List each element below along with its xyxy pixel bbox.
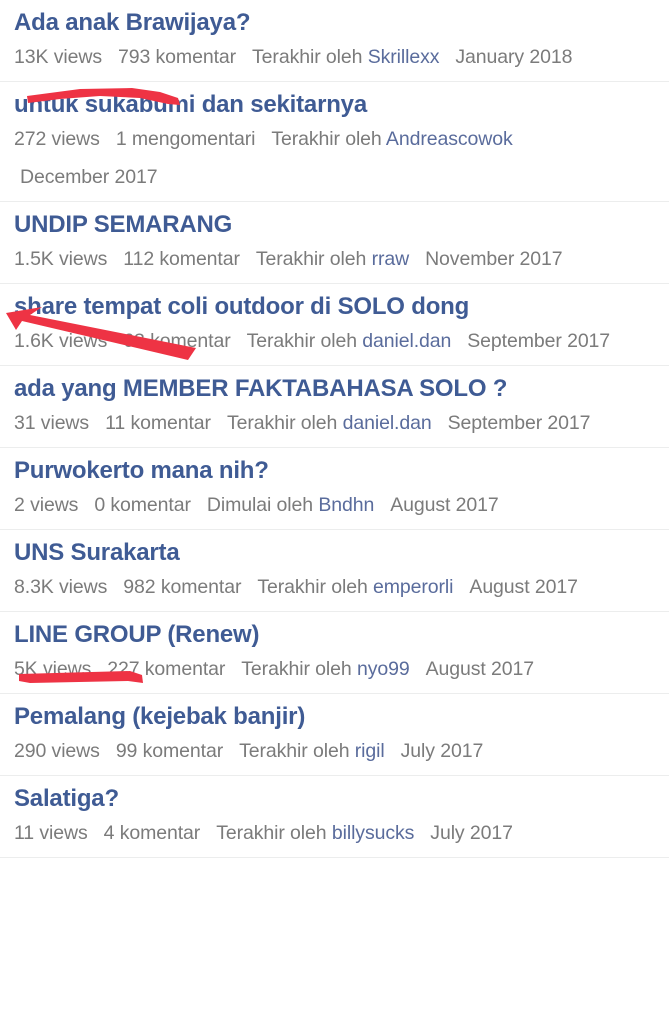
view-count: 8.3K views	[14, 576, 108, 598]
thread-title-link[interactable]: Ada anak Brawijaya?	[14, 0, 655, 42]
view-count: 5K views	[14, 658, 92, 680]
thread-title-link[interactable]: Pemalang (kejebak banjir)	[14, 694, 655, 736]
author-link[interactable]: rraw	[372, 248, 410, 270]
view-count: 31 views	[14, 412, 90, 434]
thread-date: December 2017	[20, 166, 158, 188]
comment-count: 793 komentar	[117, 46, 237, 68]
thread-title-link[interactable]: UNS Surakarta	[14, 530, 655, 572]
thread-date: September 2017	[467, 330, 611, 352]
thread-title-link[interactable]: ada yang MEMBER FAKTABAHASA SOLO ?	[14, 366, 655, 408]
byline: Terakhir oleh rigil	[239, 740, 385, 762]
thread-meta: 11 views 4 komentar Terakhir oleh billysuc…	[14, 818, 655, 857]
author-link[interactable]: rigil	[355, 740, 385, 762]
byline: Terakhir oleh daniel.dan	[247, 330, 452, 352]
author-link[interactable]: Bndhn	[318, 494, 374, 516]
view-count: 2 views	[14, 494, 79, 516]
thread-meta: 8.3K views 982 komentar Terakhir oleh empe…	[14, 572, 655, 611]
thread-meta: 2 views 0 komentar Dimulai oleh Bndhn Augus…	[14, 490, 655, 529]
comment-count: 1 mengomentari	[115, 128, 256, 150]
byline-label: Terakhir oleh	[257, 576, 368, 598]
thread-meta: 1.6K views 63 komentar Terakhir oleh danie…	[14, 326, 655, 365]
comment-count: 227 komentar	[107, 658, 226, 680]
byline: Terakhir oleh nyo99	[241, 658, 409, 680]
view-count: 290 views	[14, 740, 100, 762]
author-link[interactable]: daniel.dan	[362, 330, 451, 352]
byline: Terakhir oleh emperorli	[257, 576, 453, 598]
byline: Terakhir oleh daniel.dan	[227, 412, 432, 434]
comment-count: 112 komentar	[123, 248, 240, 270]
byline-label: Terakhir oleh	[255, 248, 367, 270]
thread-row[interactable]: untuk sukabumi dan sekitarnya 272 views 1 …	[0, 82, 669, 202]
thread-row[interactable]: share tempat coli outdoor di SOLO dong 1.…	[0, 284, 669, 366]
author-link[interactable]: emperorli	[373, 576, 453, 598]
view-count: 11 views	[14, 822, 88, 844]
author-link[interactable]: Andreascowok	[386, 128, 513, 150]
thread-date: November 2017	[425, 248, 563, 270]
view-count: 1.6K views	[14, 330, 108, 352]
view-count: 13K views	[14, 46, 102, 68]
thread-row[interactable]: ada yang MEMBER FAKTABAHASA SOLO ? 31 vie…	[0, 366, 669, 448]
thread-row[interactable]: Salatiga? 11 views 4 komentar Terakhir oleh…	[0, 776, 669, 858]
byline-label: Dimulai oleh	[206, 494, 313, 516]
thread-meta: 1.5K views 112 komentar Terakhir oleh rraw…	[14, 244, 655, 283]
thread-date: August 2017	[425, 658, 535, 680]
byline: Terakhir oleh rraw	[256, 248, 409, 270]
thread-title-link[interactable]: Salatiga?	[14, 776, 655, 818]
thread-list: Ada anak Brawijaya? 13K views 793 komentar…	[0, 0, 669, 858]
thread-meta: 5K views 227 komentar Terakhir oleh nyo99 A…	[14, 654, 655, 693]
comment-count: 982 komentar	[123, 576, 242, 598]
view-count: 1.5K views	[14, 248, 108, 270]
thread-title-link[interactable]: share tempat coli outdoor di SOLO dong	[14, 284, 655, 326]
author-link[interactable]: billysucks	[332, 822, 415, 844]
comment-count: 99 komentar	[115, 740, 224, 762]
thread-row[interactable]: UNS Surakarta 8.3K views 982 komentar Terak…	[0, 530, 669, 612]
byline: Terakhir oleh Skrillexx	[252, 46, 439, 68]
thread-meta: 290 views 99 komentar Terakhir oleh rigil J…	[14, 736, 655, 775]
comment-count: 63 komentar	[123, 330, 231, 352]
thread-row[interactable]: Purwokerto mana nih? 2 views 0 komentar Dim…	[0, 448, 669, 530]
byline-label: Terakhir oleh	[216, 822, 327, 844]
author-link[interactable]: daniel.dan	[343, 412, 432, 434]
byline-label: Terakhir oleh	[252, 46, 363, 68]
thread-date: August 2017	[469, 576, 578, 598]
thread-row[interactable]: LINE GROUP (Renew) 5K views 227 komentar Te…	[0, 612, 669, 694]
thread-date: August 2017	[390, 494, 499, 516]
byline: Terakhir oleh billysucks	[216, 822, 414, 844]
author-link[interactable]: nyo99	[357, 658, 410, 680]
thread-title-link[interactable]: untuk sukabumi dan sekitarnya	[14, 82, 655, 124]
author-link[interactable]: Skrillexx	[368, 46, 440, 68]
thread-title-link[interactable]: Purwokerto mana nih?	[14, 448, 655, 490]
byline-label: Terakhir oleh	[239, 740, 350, 762]
comment-count: 0 komentar	[94, 494, 191, 516]
thread-title-link[interactable]: UNDIP SEMARANG	[14, 202, 655, 244]
thread-meta: 31 views 11 komentar Terakhir oleh daniel.…	[14, 408, 655, 447]
thread-date: September 2017	[447, 412, 591, 434]
thread-row[interactable]: Ada anak Brawijaya? 13K views 793 komentar…	[0, 0, 669, 82]
byline: Terakhir oleh Andreascowok	[271, 128, 512, 150]
comment-count: 11 komentar	[105, 412, 211, 434]
byline-label: Terakhir oleh	[226, 412, 338, 434]
thread-row[interactable]: UNDIP SEMARANG 1.5K views 112 komentar Tera…	[0, 202, 669, 284]
thread-date: July 2017	[430, 822, 513, 844]
view-count: 272 views	[14, 128, 100, 150]
byline: Dimulai oleh Bndhn	[207, 494, 374, 516]
thread-meta: 13K views 793 komentar Terakhir oleh Skril…	[14, 42, 655, 81]
thread-row[interactable]: Pemalang (kejebak banjir) 290 views 99 kom…	[0, 694, 669, 776]
byline-label: Terakhir oleh	[241, 658, 352, 680]
thread-title-link[interactable]: LINE GROUP (Renew)	[14, 612, 655, 654]
thread-meta: 272 views 1 mengomentari Terakhir oleh And…	[14, 124, 655, 201]
byline-label: Terakhir oleh	[246, 330, 357, 352]
comment-count: 4 komentar	[103, 822, 201, 844]
byline-label: Terakhir oleh	[271, 128, 382, 150]
thread-date: January 2018	[455, 46, 573, 68]
thread-date: July 2017	[400, 740, 484, 762]
